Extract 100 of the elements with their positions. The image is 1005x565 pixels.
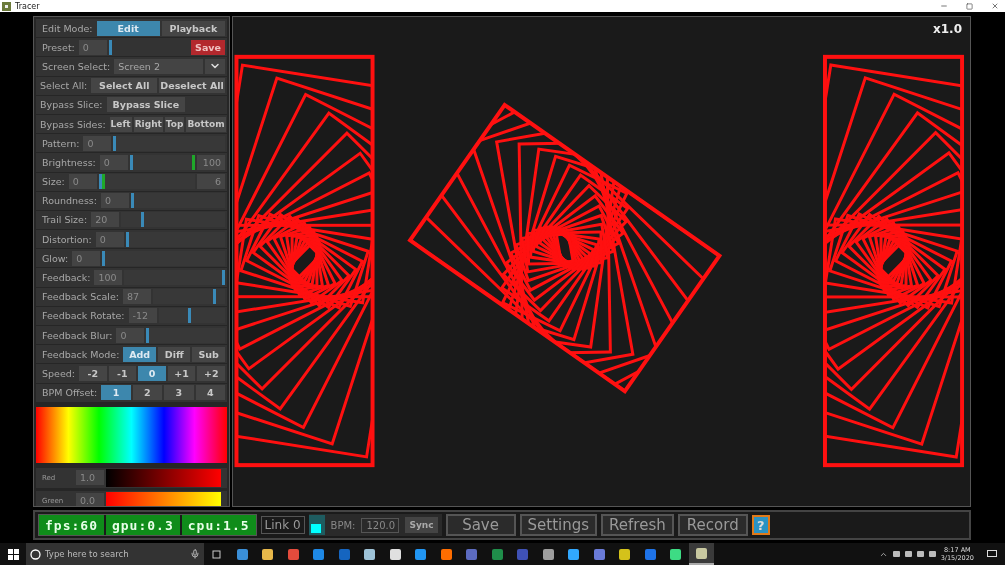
- mode-tab[interactable]: Sub: [192, 346, 225, 362]
- control-label: Pattern:: [42, 137, 80, 149]
- control-label: Trail Size:: [42, 214, 88, 226]
- mode-tab[interactable]: 0: [138, 365, 166, 381]
- link-status[interactable]: Link 0: [260, 516, 305, 534]
- value-field[interactable]: 100: [94, 270, 123, 286]
- circle-icon: [30, 548, 41, 560]
- slider-thumb[interactable]: [222, 270, 225, 286]
- value-field[interactable]: 87: [123, 289, 152, 305]
- slider-thumb[interactable]: [125, 231, 129, 247]
- control-label: Distortion:: [42, 233, 92, 245]
- mode-tab[interactable]: -2: [79, 365, 107, 381]
- value-field[interactable]: 1.0: [76, 470, 104, 486]
- slider-thumb[interactable]: [102, 250, 106, 266]
- mode-tab[interactable]: Playback: [161, 20, 225, 36]
- control-label: Feedback Scale:: [42, 291, 120, 303]
- panel-button[interactable]: Top: [164, 116, 185, 132]
- control-label: Screen Select:: [42, 60, 111, 72]
- slider-thumb[interactable]: [101, 174, 105, 190]
- dropdown-button[interactable]: [205, 58, 225, 74]
- mode-tab[interactable]: Edit: [96, 20, 160, 36]
- value-field[interactable]: 0.0: [76, 493, 104, 506]
- slider-thumb[interactable]: [98, 174, 102, 190]
- toolbar-button[interactable]: Refresh: [601, 514, 674, 536]
- stat-readout: fps:60: [39, 515, 104, 535]
- control-label: Bypass Sides:: [40, 118, 106, 130]
- value-field[interactable]: 0: [95, 231, 124, 247]
- control-label: Glow:: [42, 252, 69, 264]
- mode-tab[interactable]: 3: [164, 385, 194, 401]
- slider-thumb[interactable]: [213, 289, 217, 305]
- control-label: Bypass Slice:: [40, 99, 103, 111]
- mode-tab[interactable]: 2: [132, 385, 163, 401]
- control-label: Preset:: [42, 41, 75, 53]
- panel-button[interactable]: Bottom: [186, 116, 226, 132]
- panel-button[interactable]: Bypass Slice: [106, 97, 186, 113]
- control-label: Select All:: [40, 80, 88, 92]
- control-label: Speed:: [42, 367, 75, 379]
- value-field[interactable]: 0: [101, 193, 130, 209]
- task-view-icon[interactable]: [211, 549, 223, 559]
- value-field[interactable]: -12: [128, 308, 157, 324]
- toolbar-button[interactable]: Record: [677, 514, 748, 536]
- control-label: Feedback Mode:: [42, 348, 120, 360]
- sync-button[interactable]: Sync: [405, 517, 438, 533]
- close-icon[interactable]: [991, 2, 999, 10]
- value-field[interactable]: 0: [68, 174, 97, 190]
- mode-tab[interactable]: Add: [123, 346, 156, 362]
- panel-button[interactable]: Right: [133, 116, 163, 132]
- save-button[interactable]: Save: [191, 39, 225, 55]
- panel-button[interactable]: Deselect All: [159, 78, 225, 94]
- mode-tab[interactable]: 1: [101, 385, 131, 401]
- mode-tab[interactable]: Diff: [157, 346, 191, 362]
- window-title: Tracer: [15, 1, 41, 11]
- toolbar-button[interactable]: Settings: [519, 514, 598, 536]
- slider-thumb[interactable]: [192, 154, 195, 170]
- slider-thumb[interactable]: [108, 39, 112, 55]
- value-field[interactable]: 6: [197, 174, 225, 190]
- control-label: BPM Offset:: [42, 387, 98, 399]
- taskbar-app[interactable]: [688, 543, 714, 565]
- app-icon: [2, 1, 11, 11]
- microphone-icon[interactable]: [190, 549, 200, 559]
- mode-tab[interactable]: 4: [195, 385, 226, 401]
- dropdown[interactable]: Screen 2: [114, 58, 203, 74]
- slider-thumb[interactable]: [131, 193, 135, 209]
- panel-button[interactable]: Left: [109, 116, 132, 132]
- bpm-field[interactable]: 120.0: [361, 517, 400, 533]
- control-label: Roundness:: [42, 195, 98, 207]
- panel-button[interactable]: Select All: [91, 78, 158, 94]
- toolbar-button[interactable]: Save: [445, 514, 516, 536]
- color-spectrum[interactable]: [36, 406, 227, 463]
- windows-logo-icon[interactable]: [7, 548, 19, 560]
- control-label: Size:: [42, 176, 65, 188]
- mode-tab[interactable]: +1: [167, 365, 196, 381]
- value-field[interactable]: 20: [91, 212, 120, 228]
- bpm-label: BPM:: [330, 519, 356, 531]
- value-field[interactable]: 0: [78, 39, 107, 55]
- help-button[interactable]: ?: [751, 515, 770, 535]
- slider-thumb[interactable]: [141, 212, 145, 228]
- control-label: Feedback Blur:: [42, 329, 113, 341]
- stat-readout: gpu:0.3: [105, 515, 180, 535]
- value-field[interactable]: 0: [72, 250, 101, 266]
- value-field[interactable]: 0: [116, 327, 145, 343]
- search-field[interactable]: Type here to search: [26, 543, 204, 565]
- zoom-level: x1.0: [933, 22, 962, 36]
- value-field[interactable]: 0: [83, 135, 112, 151]
- slider-thumb[interactable]: [113, 135, 117, 151]
- control-label: Feedback Rotate:: [42, 310, 125, 322]
- value-field[interactable]: 0: [99, 154, 128, 170]
- mode-tab[interactable]: +2: [197, 365, 226, 381]
- maximize-icon[interactable]: [966, 2, 973, 10]
- mode-tab[interactable]: -1: [108, 365, 137, 381]
- slider-thumb[interactable]: [146, 327, 150, 343]
- slider-thumb[interactable]: [188, 308, 192, 324]
- stat-readout: cpu:1.5: [181, 515, 256, 535]
- control-label: Feedback:: [42, 272, 91, 284]
- notification-icon[interactable]: [987, 549, 997, 559]
- value-field[interactable]: 100: [197, 154, 225, 170]
- slider-thumb[interactable]: [129, 154, 133, 170]
- control-label: Brightness:: [42, 156, 96, 168]
- control-label: Edit Mode:: [42, 22, 93, 34]
- color-swatch[interactable]: [308, 515, 325, 535]
